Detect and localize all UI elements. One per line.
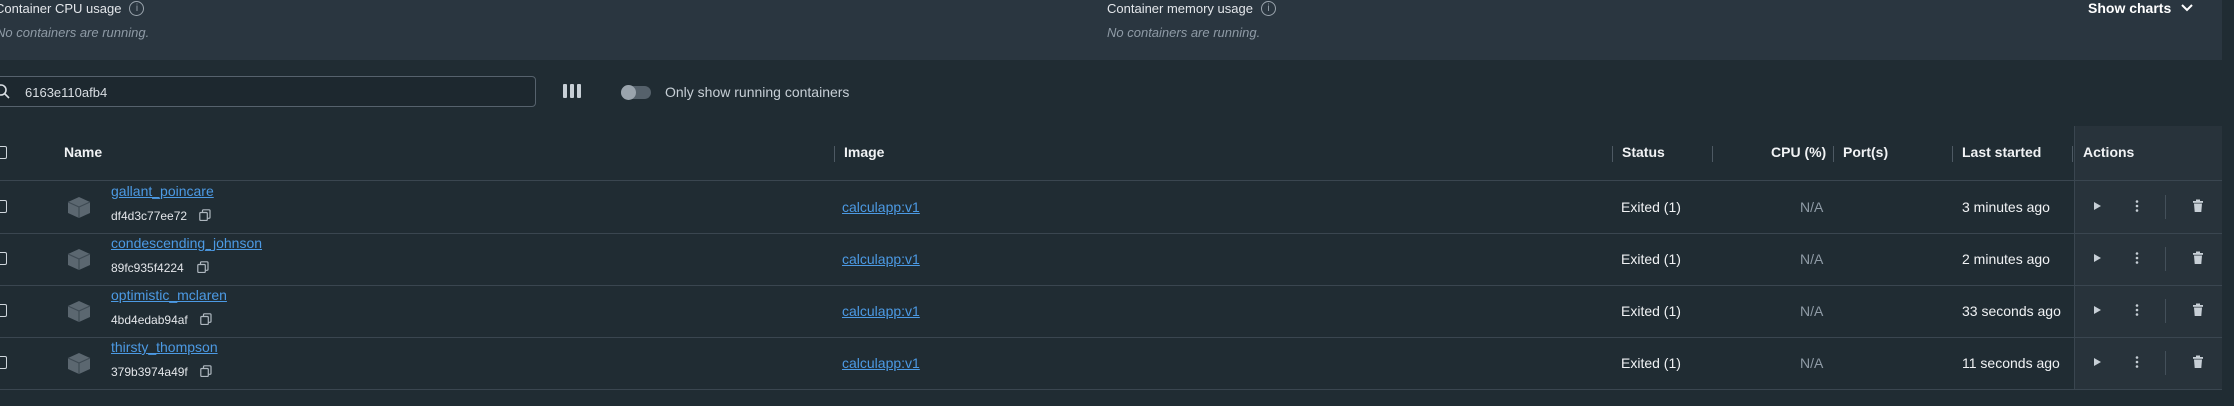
toggle-knob — [621, 85, 636, 100]
cpu-value: N/A — [1800, 199, 1824, 215]
actions-divider — [2165, 195, 2166, 219]
info-icon[interactable]: i — [1260, 1, 1276, 16]
running-only-toggle[interactable] — [621, 85, 651, 100]
show-charts-button[interactable]: Show charts — [2088, 0, 2193, 16]
container-stats-band: Container CPU usage i No containers are … — [0, 0, 2222, 60]
memory-usage-message: No containers are running. — [1107, 25, 1261, 40]
info-icon[interactable]: i — [129, 1, 145, 16]
last-started-value: 2 minutes ago — [1962, 251, 2050, 267]
search-input[interactable] — [23, 77, 527, 108]
image-link[interactable]: calculapp:v1 — [842, 355, 920, 371]
columns-icon — [577, 84, 581, 98]
trash-icon[interactable] — [2191, 303, 2205, 317]
row-checkbox[interactable] — [0, 304, 7, 317]
column-divider[interactable] — [1833, 146, 1834, 162]
trash-icon[interactable] — [2191, 251, 2205, 265]
table-row[interactable]: condescending_johnson 89fc935f4224 calcu… — [0, 233, 2222, 286]
window-edge — [2222, 0, 2234, 406]
table-row[interactable]: gallant_poincare df4d3c77ee72 calculapp:… — [0, 181, 2222, 234]
cpu-usage-title-text: Container CPU usage — [0, 1, 122, 16]
cpu-usage-title: Container CPU usage i — [0, 1, 145, 16]
cpu-usage-message: No containers are running. — [0, 25, 150, 40]
status-text: Exited (1) — [1621, 251, 1681, 267]
actions-divider — [2165, 351, 2166, 375]
kebab-menu-icon[interactable] — [2130, 303, 2144, 317]
play-icon[interactable] — [2090, 303, 2104, 317]
search-field[interactable] — [0, 76, 536, 108]
memory-usage-title: Container memory usage i — [1107, 1, 1276, 16]
status-text: Exited (1) — [1621, 303, 1681, 319]
container-box-icon — [67, 197, 91, 218]
running-only-label: Only show running containers — [665, 84, 850, 100]
column-divider[interactable] — [1712, 146, 1713, 162]
kebab-menu-icon[interactable] — [2130, 251, 2144, 265]
actions-divider — [2165, 247, 2166, 271]
play-icon[interactable] — [2090, 251, 2104, 265]
container-box-icon — [67, 301, 91, 322]
columns-toggle-button[interactable] — [563, 84, 583, 100]
column-header-name[interactable]: Name — [64, 144, 102, 160]
container-id: 379b3974a49f — [111, 365, 188, 379]
row-checkbox[interactable] — [0, 356, 7, 369]
trash-icon[interactable] — [2191, 355, 2205, 369]
columns-icon — [570, 84, 574, 98]
cpu-value: N/A — [1800, 355, 1824, 371]
kebab-menu-icon[interactable] — [2130, 199, 2144, 213]
column-header-ports[interactable]: Port(s) — [1843, 144, 1888, 160]
columns-icon — [563, 84, 567, 98]
kebab-menu-icon[interactable] — [2130, 355, 2144, 369]
play-icon[interactable] — [2090, 199, 2104, 213]
memory-usage-title-text: Container memory usage — [1107, 1, 1253, 16]
column-header-last-started[interactable]: Last started — [1962, 144, 2041, 160]
image-link[interactable]: calculapp:v1 — [842, 251, 920, 267]
container-name-link[interactable]: condescending_johnson — [111, 235, 262, 251]
chevron-down-icon — [2181, 4, 2193, 12]
row-checkbox[interactable] — [0, 200, 7, 213]
column-divider[interactable] — [1612, 146, 1613, 162]
column-header-status[interactable]: Status — [1622, 144, 1665, 160]
column-divider[interactable] — [2072, 146, 2073, 162]
copy-icon[interactable] — [197, 261, 209, 273]
image-link[interactable]: calculapp:v1 — [842, 199, 920, 215]
container-id: df4d3c77ee72 — [111, 209, 188, 223]
copy-icon[interactable] — [199, 209, 211, 221]
column-divider[interactable] — [1952, 146, 1953, 162]
show-charts-label: Show charts — [2088, 0, 2172, 16]
copy-icon[interactable] — [200, 313, 212, 325]
cpu-value: N/A — [1800, 303, 1824, 319]
column-header-actions: Actions — [2083, 144, 2135, 160]
table-row[interactable]: optimistic_mclaren 4bd4edab94af calculap… — [0, 285, 2222, 338]
image-link[interactable]: calculapp:v1 — [842, 303, 920, 319]
search-icon — [0, 84, 10, 99]
container-name-link[interactable]: thirsty_thompson — [111, 339, 218, 355]
container-id: 4bd4edab94af — [111, 313, 188, 327]
column-header-image[interactable]: Image — [844, 144, 884, 160]
actions-divider — [2165, 299, 2166, 323]
copy-icon[interactable] — [200, 365, 212, 377]
container-box-icon — [67, 353, 91, 374]
play-icon[interactable] — [2090, 355, 2104, 369]
column-header-cpu[interactable]: CPU (%) — [1771, 144, 1826, 160]
cpu-value: N/A — [1800, 251, 1824, 267]
container-name-link[interactable]: optimistic_mclaren — [111, 287, 227, 303]
last-started-value: 3 minutes ago — [1962, 199, 2050, 215]
status-text: Exited (1) — [1621, 199, 1681, 215]
table-header: Name Image Status CPU (%) Port(s) Last s… — [0, 126, 2222, 181]
last-started-value: 33 seconds ago — [1962, 303, 2061, 319]
trash-icon[interactable] — [2191, 199, 2205, 213]
select-all-checkbox[interactable] — [0, 146, 7, 159]
row-checkbox[interactable] — [0, 252, 7, 265]
last-started-value: 11 seconds ago — [1962, 355, 2060, 371]
table-row[interactable]: thirsty_thompson 379b3974a49f calculapp:… — [0, 337, 2222, 390]
column-divider[interactable] — [834, 146, 835, 162]
status-text: Exited (1) — [1621, 355, 1681, 371]
container-id: 89fc935f4224 — [111, 261, 184, 275]
container-name-link[interactable]: gallant_poincare — [111, 183, 214, 199]
container-box-icon — [67, 249, 91, 270]
